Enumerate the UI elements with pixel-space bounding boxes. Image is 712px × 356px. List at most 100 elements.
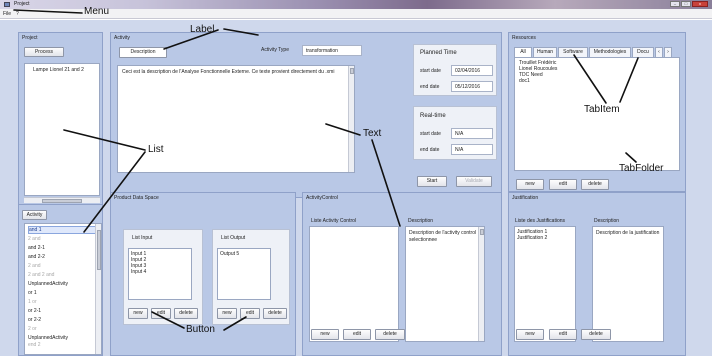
tab-scroll-right-icon[interactable]: ›: [664, 47, 672, 57]
activity-item[interactable]: 2 and: [28, 263, 98, 269]
maximize-icon[interactable]: □: [681, 1, 691, 7]
annotation-menu: Menu: [84, 6, 110, 17]
menu-help[interactable]: ?: [16, 11, 19, 17]
input-item[interactable]: Input 4: [131, 269, 189, 275]
resources-new-button[interactable]: new: [516, 179, 544, 190]
app-icon: [4, 2, 10, 7]
output-new-button[interactable]: new: [217, 308, 237, 319]
process-list-horizontal-scrollbar[interactable]: [24, 197, 100, 203]
window-title: Project: [14, 1, 30, 7]
close-icon[interactable]: x: [692, 1, 708, 7]
justification-item[interactable]: Justification 2: [517, 235, 573, 241]
resources-delete-button[interactable]: delete: [581, 179, 609, 190]
activity-item[interactable]: and 2-2: [28, 254, 98, 260]
start-button[interactable]: Start: [417, 176, 447, 187]
list-output[interactable]: Output 5: [217, 248, 271, 300]
minimize-icon[interactable]: –: [670, 1, 680, 7]
activity-type-label: Activity Type: [261, 47, 289, 53]
activity-description-text[interactable]: Ceci est la description de l'Analyse Fon…: [117, 65, 355, 173]
justification-new-button[interactable]: new: [516, 329, 544, 340]
process-label: Process: [24, 47, 64, 57]
tab-human[interactable]: Human: [533, 47, 557, 57]
activity-control-description-label: Description: [408, 218, 434, 224]
annotation-tabitem: TabItem: [584, 104, 620, 115]
description-tab[interactable]: Description: [119, 47, 167, 58]
justification-delete-button[interactable]: delete: [581, 329, 611, 340]
real-end-label: end date: [420, 147, 440, 153]
process-list-item[interactable]: Lampe Lionel 21 and 2: [33, 67, 84, 73]
output-delete-button[interactable]: delete: [263, 308, 287, 319]
activity-panel-title: Activity: [114, 35, 130, 41]
activity-item[interactable]: or 1: [28, 290, 98, 296]
tab-all[interactable]: All: [514, 47, 532, 57]
scrollbar-thumb[interactable]: [350, 68, 354, 74]
activity-control-new-button[interactable]: new: [311, 329, 339, 340]
list-output-title: List Output: [221, 235, 246, 241]
resource-item[interactable]: doc1: [519, 78, 675, 84]
justification-list[interactable]: Justification 1 Justification 2: [514, 226, 576, 342]
justification-title: Justification: [512, 195, 539, 201]
process-list[interactable]: Lampe Lionel 21 and 2: [24, 63, 100, 196]
activity-item[interactable]: and 2-1: [28, 245, 98, 251]
scrollbar-thumb[interactable]: [480, 229, 484, 235]
activity-control-panel: ActivityControl Liste Activity Control D…: [302, 192, 502, 356]
list-input-box: List Input Input 1 Input 2 Input 3 Input…: [123, 229, 203, 325]
window-controls: – □ x: [670, 1, 708, 7]
resources-panel-title: Resources: [512, 35, 536, 41]
activity-label: Activity: [22, 210, 47, 220]
activity-item[interactable]: 2 and: [28, 236, 98, 242]
menu-file[interactable]: File: [3, 11, 11, 17]
activity-item[interactable]: UnplannedActivity: [28, 281, 98, 287]
real-time-title: Real-time: [420, 113, 446, 119]
validate-button[interactable]: Validate: [456, 176, 492, 187]
scrollbar-thumb[interactable]: [97, 230, 101, 270]
activity-item[interactable]: 1 or: [28, 299, 98, 305]
tab-scroll-left-icon[interactable]: ‹: [655, 47, 663, 57]
activity-item[interactable]: end 2: [28, 342, 98, 348]
resources-edit-button[interactable]: edit: [549, 179, 577, 190]
justification-description[interactable]: Description de la justification: [592, 226, 664, 342]
activity-control-scrollbar[interactable]: [478, 227, 484, 341]
justification-description-text: Description de la justification: [596, 230, 660, 236]
list-input[interactable]: Input 1 Input 2 Input 3 Input 4: [128, 248, 192, 300]
activity-list-scrollbar[interactable]: [95, 224, 101, 354]
input-edit-button[interactable]: edit: [151, 308, 171, 319]
input-delete-button[interactable]: delete: [174, 308, 198, 319]
activity-control-edit-button[interactable]: edit: [343, 329, 371, 340]
activity-item[interactable]: or 2-2: [28, 317, 98, 323]
project-panel-title: Project: [22, 35, 38, 41]
tab-software[interactable]: Software: [558, 47, 588, 57]
scrollbar-thumb[interactable]: [42, 199, 82, 203]
activity-control-description[interactable]: Description de l'activity control select…: [405, 226, 485, 342]
planned-start-field[interactable]: 02/04/2016: [451, 65, 493, 76]
input-new-button[interactable]: new: [128, 308, 148, 319]
annotation-label: Label: [190, 24, 215, 35]
planned-end-field[interactable]: 05/12/2016: [451, 81, 493, 92]
activity-item[interactable]: UnplannedActivity: [28, 335, 98, 341]
output-item[interactable]: Output 5: [220, 251, 268, 257]
real-end-field[interactable]: N/A: [451, 144, 493, 155]
justification-panel: Justification Liste des Justifications J…: [508, 192, 686, 356]
activity-item[interactable]: and 1: [28, 226, 98, 234]
output-edit-button[interactable]: edit: [240, 308, 260, 319]
activity-item[interactable]: 2 or: [28, 326, 98, 332]
activity-panel: Activity Description Activity Type trans…: [110, 32, 502, 198]
activity-control-description-text: Description de l'activity control select…: [409, 230, 477, 243]
description-scrollbar[interactable]: [348, 66, 354, 172]
justification-edit-button[interactable]: edit: [549, 329, 577, 340]
activity-item[interactable]: or 2-1: [28, 308, 98, 314]
tab-docu[interactable]: Docu: [632, 47, 654, 57]
real-start-field[interactable]: N/A: [451, 128, 493, 139]
planned-time-box: Planned Time start date 02/04/2016 end d…: [413, 44, 497, 96]
activity-control-list-label: Liste Activity Control: [311, 218, 357, 224]
list-input-title: List Input: [132, 235, 153, 241]
activity-item[interactable]: 2 and 2 and: [28, 272, 98, 278]
real-time-box: Real-time start date N/A end date N/A: [413, 106, 497, 160]
real-start-label: start date: [420, 131, 441, 137]
activity-type-field[interactable]: transformation: [302, 45, 362, 56]
activity-control-list[interactable]: [309, 226, 399, 342]
activity-control-delete-button[interactable]: delete: [375, 329, 405, 340]
tab-methodologies[interactable]: Methodologies: [589, 47, 631, 57]
planned-time-title: Planned Time: [420, 50, 457, 56]
activity-list[interactable]: and 1 2 and and 2-1 and 2-2 2 and 2 and …: [24, 223, 102, 355]
